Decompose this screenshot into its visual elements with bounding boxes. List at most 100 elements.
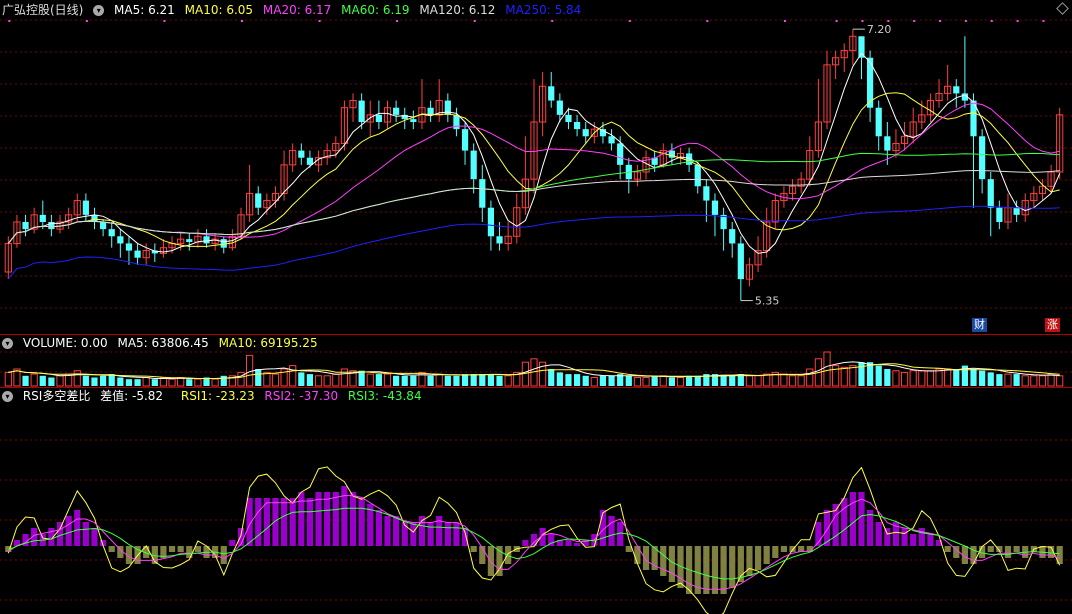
rsi-diff-bar [306,498,314,546]
volume-bar-down [91,377,98,386]
rsi-diff-bar [729,546,736,588]
volume-bar-down [39,375,46,386]
rsi-diff-bar [1004,546,1012,558]
volume-bar-up [30,373,38,387]
candle-down [255,193,262,208]
volume-bar-up [840,366,848,387]
signal-dot [706,20,709,22]
candle-down [108,229,115,237]
candle-down [996,207,1003,222]
volume-bar-down [858,362,865,386]
signal-dot [628,20,631,22]
volume-bar-down [82,375,89,386]
volume-bar-down [479,374,486,386]
rsi-diff-bar [841,498,848,546]
volume-bar-up [1047,373,1055,387]
volume-bar-down [548,369,555,386]
rsi-diff-bar [384,516,391,546]
volume-bar-up [754,375,762,387]
signal-dot [1042,20,1045,22]
rsi-diff-bar [393,516,400,546]
volume-bar-down [496,375,503,386]
candle-down [479,179,486,208]
candle-down [608,136,615,144]
candle-down [496,236,503,244]
volume-bar-up [1038,375,1047,387]
volume-bar-down [22,375,29,386]
volume-bar-down [1013,374,1020,386]
rsi-diff-bar [341,486,348,546]
rsi-diff-bar [763,546,770,564]
volume-ma10-line [8,363,1060,379]
volume-bar-down [979,370,986,386]
volume-bar-up [383,373,392,387]
rsi-diff-bar [522,540,529,546]
candle-down [573,122,581,130]
volume-bar-down [306,374,314,386]
kline-chart[interactable]: 7.20 5.35 [0,0,1072,614]
volume-bar-down [573,374,581,386]
volume-bar-down [393,375,400,386]
volume-bar-down [410,375,417,386]
signal-dot [163,20,166,22]
candle-down [186,239,193,242]
high-price-label: 7.20 [867,23,892,36]
candle-down [461,129,469,151]
rsi-diff-bar [772,546,779,558]
volume-bar-down [444,375,451,386]
volume-bar-up [763,373,771,387]
rsi-diff-bar [358,498,365,546]
volume-bar-up [1004,373,1012,387]
volume-bar-up [504,375,512,387]
signal-dot [240,20,243,22]
candle-down [220,239,227,248]
volume-bar-up [142,377,150,387]
volume-bar-up [909,370,917,387]
rsi-diff-bar [444,522,451,546]
volume-bar-up [1021,375,1029,387]
signal-dot [783,20,786,22]
rsi-diff-bar [573,543,581,546]
volume-bar-down [608,375,615,386]
rsi-diff-bar [375,510,382,546]
rsi-diff-bar [298,492,305,546]
rsi-diff-bar [660,546,667,576]
volume-bar-up [926,370,935,387]
candle-down [694,164,701,187]
volume-bar-down [487,374,495,386]
candle-down [393,107,400,115]
volume-bar-down [453,375,460,386]
rsi-diff-bar [289,498,296,546]
signal-dot [913,20,916,22]
candle-down [125,243,133,251]
candle-down [548,86,555,101]
rsi-diff-bar [332,492,339,546]
rsi-diff-bar [642,546,650,570]
volume-bar-down [134,379,141,386]
rsi-diff-bar [927,534,934,546]
volume-bar-up [659,375,667,387]
rsi-diff-bar [470,546,477,552]
candle-down [979,136,986,180]
signal-dot [551,20,554,22]
rsi-diff-bar [91,528,98,546]
volume-bar-up [4,371,12,387]
volume-bar-up [1030,375,1038,387]
signal-dot [835,20,838,22]
candle-down [953,86,960,94]
volume-bar-up [73,370,81,387]
rsi-diff-bar [703,546,710,594]
volume-bar-up [918,370,926,387]
volume-bar-down [729,375,736,386]
volume-bar-up [745,375,754,387]
signal-dot [861,20,864,22]
signal-dot [8,20,11,22]
rsi-diff-bar [82,522,89,546]
volume-bar-down [298,372,305,386]
volume-bar-down [470,374,477,386]
rsi-diff-bar [280,498,288,546]
rsi-diff-bar [453,522,460,546]
volume-bar-up [323,375,331,387]
candle-down [582,129,589,137]
signal-dot [318,20,321,22]
